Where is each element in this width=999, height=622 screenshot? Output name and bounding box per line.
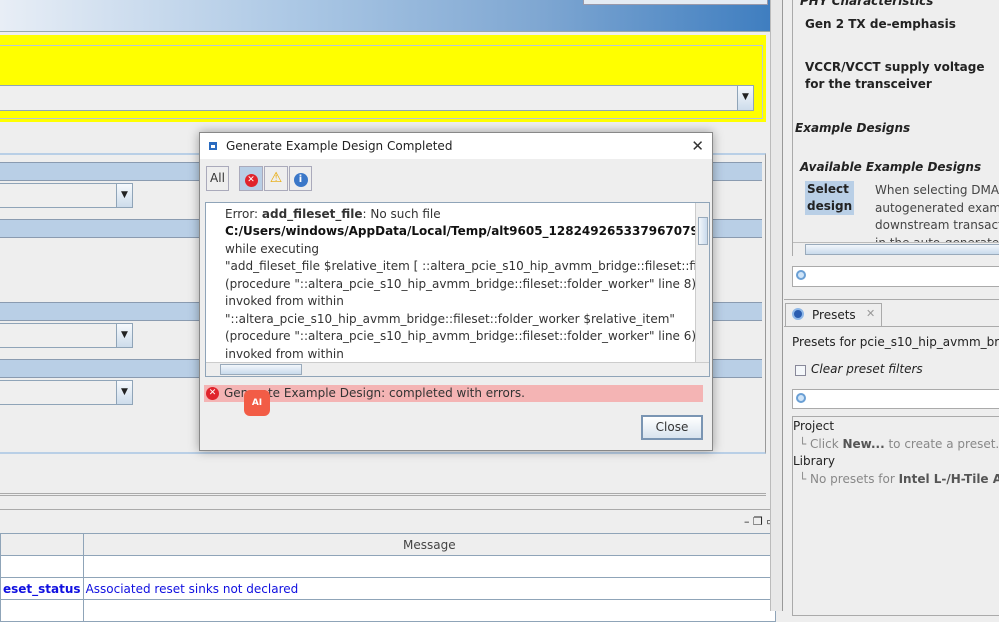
search-icon (796, 270, 806, 280)
dialog-title-bar: Generate Example Design Completed ✕ (200, 133, 712, 159)
close-icon[interactable]: ✕ (691, 133, 704, 159)
details-panel: PHY Characteristics Gen 2 TX de-emphasis… (784, 0, 999, 300)
chevron-down-icon: ▼ (116, 184, 132, 207)
tree-leaf-none: └ No presets for Intel L-/H-Tile Ava (799, 472, 999, 486)
table-row[interactable]: eset_status Associated reset sinks not de… (0, 577, 777, 600)
undock-icon[interactable]: ❐ (753, 515, 763, 528)
param-label: VCCR/VCCT supply voltage (805, 60, 985, 74)
horizontal-scrollbar[interactable] (793, 242, 999, 256)
param-combobox[interactable]: ▼ (0, 323, 133, 348)
search-icon (796, 393, 806, 403)
section-title: PHY Characteristics (800, 0, 934, 8)
filter-errors-button[interactable]: ✕ (239, 166, 263, 191)
chevron-down-icon: ▼ (116, 381, 132, 404)
error-icon: ✕ (244, 174, 258, 187)
tree-leaf-new: └ Click New... to create a preset. (799, 437, 999, 451)
table-header: Message (0, 533, 777, 556)
table-row[interactable] (0, 555, 777, 578)
col-message: Message (82, 533, 777, 556)
ai-assistant-badge[interactable]: AI (244, 390, 270, 416)
param-label: for the transceiver (805, 77, 932, 91)
dialog-title: Generate Example Design Completed (226, 139, 453, 153)
param-combobox[interactable]: ▼ (0, 183, 133, 208)
chevron-down-icon: ▼ (116, 324, 132, 347)
app-icon (209, 142, 217, 150)
horizontal-scrollbar[interactable] (206, 362, 709, 376)
generate-completed-dialog: Generate Example Design Completed ✕ All … (199, 132, 713, 451)
filter-warnings-button[interactable]: ⚠ (264, 166, 288, 191)
filter-info-button[interactable]: i (289, 166, 312, 191)
chevron-down-icon: ▼ (737, 86, 753, 110)
filter-all-button[interactable]: All (206, 166, 229, 191)
clear-filters-checkbox[interactable] (795, 365, 806, 376)
messages-table: Message eset_status Associated reset sink… (0, 533, 777, 622)
param-label: Gen 2 TX de-emphasis (805, 17, 956, 31)
presets-header: Presets for pcie_s10_hip_avmm_brid (792, 335, 999, 349)
top-button[interactable] (583, 0, 768, 5)
presets-tree: Project └ Click New... to create a prese… (792, 416, 999, 616)
warning-icon: ⚠ (269, 170, 283, 186)
status-bar: ✕ Generate Example Design: completed with… (204, 385, 703, 402)
splitter[interactable] (0, 493, 766, 496)
param-combobox[interactable]: ▼ (0, 380, 133, 405)
vertical-splitter[interactable] (770, 0, 783, 611)
presets-search-input[interactable] (792, 389, 999, 409)
minimize-icon[interactable]: – (744, 515, 750, 528)
close-tab-icon[interactable]: ✕ (866, 307, 875, 320)
clear-filters-label[interactable]: Clear preset filters (811, 362, 923, 376)
log-text-area[interactable]: Error: add_fileset_file: No such file C:… (205, 202, 710, 377)
details-search-input[interactable] (792, 266, 999, 287)
section-title: Example Designs (795, 121, 911, 135)
section-title: Available Example Designs (800, 160, 982, 174)
presets-icon (792, 308, 804, 320)
close-button[interactable]: Close (641, 415, 703, 440)
col-source (0, 533, 84, 556)
tab-presets[interactable]: Presets ✕ (785, 303, 882, 326)
info-icon: i (293, 173, 308, 187)
select-design-label: Select design (805, 181, 855, 215)
tree-node-project[interactable]: Project (793, 419, 834, 433)
error-icon: ✕ (206, 387, 219, 400)
vertical-scrollbar[interactable] (695, 203, 709, 363)
tree-node-library[interactable]: Library (793, 454, 835, 468)
presets-panel: Presets ✕ Presets for pcie_s10_hip_avmm_… (784, 302, 999, 616)
design-combobox[interactable]: ▼ (0, 85, 754, 111)
